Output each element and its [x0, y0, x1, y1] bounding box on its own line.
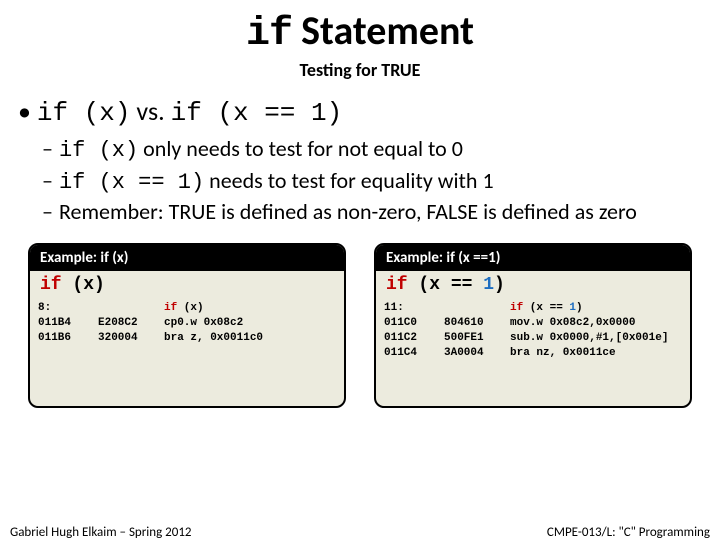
footer-left: Gabriel Hugh Elkaim – Spring 2012 [10, 525, 192, 540]
title-text: Statement [292, 6, 474, 55]
code-text: (x) [62, 275, 105, 295]
keyword: if [510, 302, 523, 314]
asm-hex-col: E208C2 320004 [98, 301, 156, 346]
slide-title: if Statement [0, 6, 720, 57]
content-area: • if (x) vs. if (x == 1) –if (x) only ne… [0, 81, 720, 227]
sub-bullet: –if (x == 1) needs to test for equality … [42, 166, 702, 198]
examples-row: Example: if (x) if (x) 8: 011B4 011B6 E2… [0, 243, 720, 408]
asm-op-col: if (x) cp0.w 0x08c2 bra z, 0x0011c0 [164, 301, 336, 346]
bullet-text: needs to test for equality with 1 [204, 167, 493, 194]
asm-text: (x == [523, 302, 569, 314]
keyword: if [386, 275, 408, 295]
sub-bullets: –if (x) only needs to test for not equal… [18, 134, 702, 227]
asm-listing: 11: 011C0 011C2 011C4 804610 500FE1 3A00… [376, 297, 690, 360]
dash-icon: – [42, 135, 53, 162]
title-code: if [246, 12, 292, 57]
example-header: Example: if (x ==1) [376, 245, 690, 271]
dash-icon: – [42, 167, 53, 194]
footer: Gabriel Hugh Elkaim – Spring 2012 CMPE-0… [0, 525, 720, 540]
dash-icon: – [42, 198, 53, 225]
code-snippet: if (x == 1) [171, 98, 343, 128]
main-bullet: • if (x) vs. if (x == 1) [18, 95, 702, 128]
code-text: ) [494, 275, 505, 295]
slide-subtitle: Testing for TRUE [0, 59, 720, 81]
example-header: Example: if (x) [30, 245, 344, 271]
sub-bullet: –Remember: TRUE is defined as non-zero, … [42, 197, 702, 227]
example-topcode: if (x == 1) [376, 271, 690, 297]
asm-listing: 8: 011B4 011B6 E208C2 320004 if (x) cp0.… [30, 297, 344, 346]
code-text: (x == [408, 275, 484, 295]
code-snippet: if (x == 1) [59, 170, 204, 195]
asm-addr-col: 11: 011C0 011C2 011C4 [384, 301, 436, 360]
example-right: Example: if (x ==1) if (x == 1) 11: 011C… [374, 243, 692, 408]
bullet-text: only needs to test for not equal to 0 [138, 135, 463, 162]
example-topcode: if (x) [30, 271, 344, 297]
vs-text: vs. [130, 95, 170, 127]
asm-addr-col: 8: 011B4 011B6 [38, 301, 90, 346]
bullet-text: Remember: TRUE is defined as non-zero, F… [59, 198, 637, 225]
asm-hex-col: 804610 500FE1 3A0004 [444, 301, 502, 360]
bullet-dot: • [18, 95, 31, 127]
sub-bullet: –if (x) only needs to test for not equal… [42, 134, 702, 166]
keyword: if [40, 275, 62, 295]
code-snippet: if (x) [37, 98, 131, 128]
number-literal: 1 [483, 275, 494, 295]
example-left: Example: if (x) if (x) 8: 011B4 011B6 E2… [28, 243, 346, 408]
asm-text: (x) cp0.w 0x08c2 bra z, 0x0011c0 [164, 302, 263, 344]
footer-right: CMPE-013/L: "C" Programming [547, 525, 710, 540]
asm-op-col: if (x == 1) mov.w 0x08c2,0x0000 sub.w 0x… [510, 301, 682, 360]
keyword: if [164, 302, 177, 314]
code-snippet: if (x) [59, 138, 138, 163]
